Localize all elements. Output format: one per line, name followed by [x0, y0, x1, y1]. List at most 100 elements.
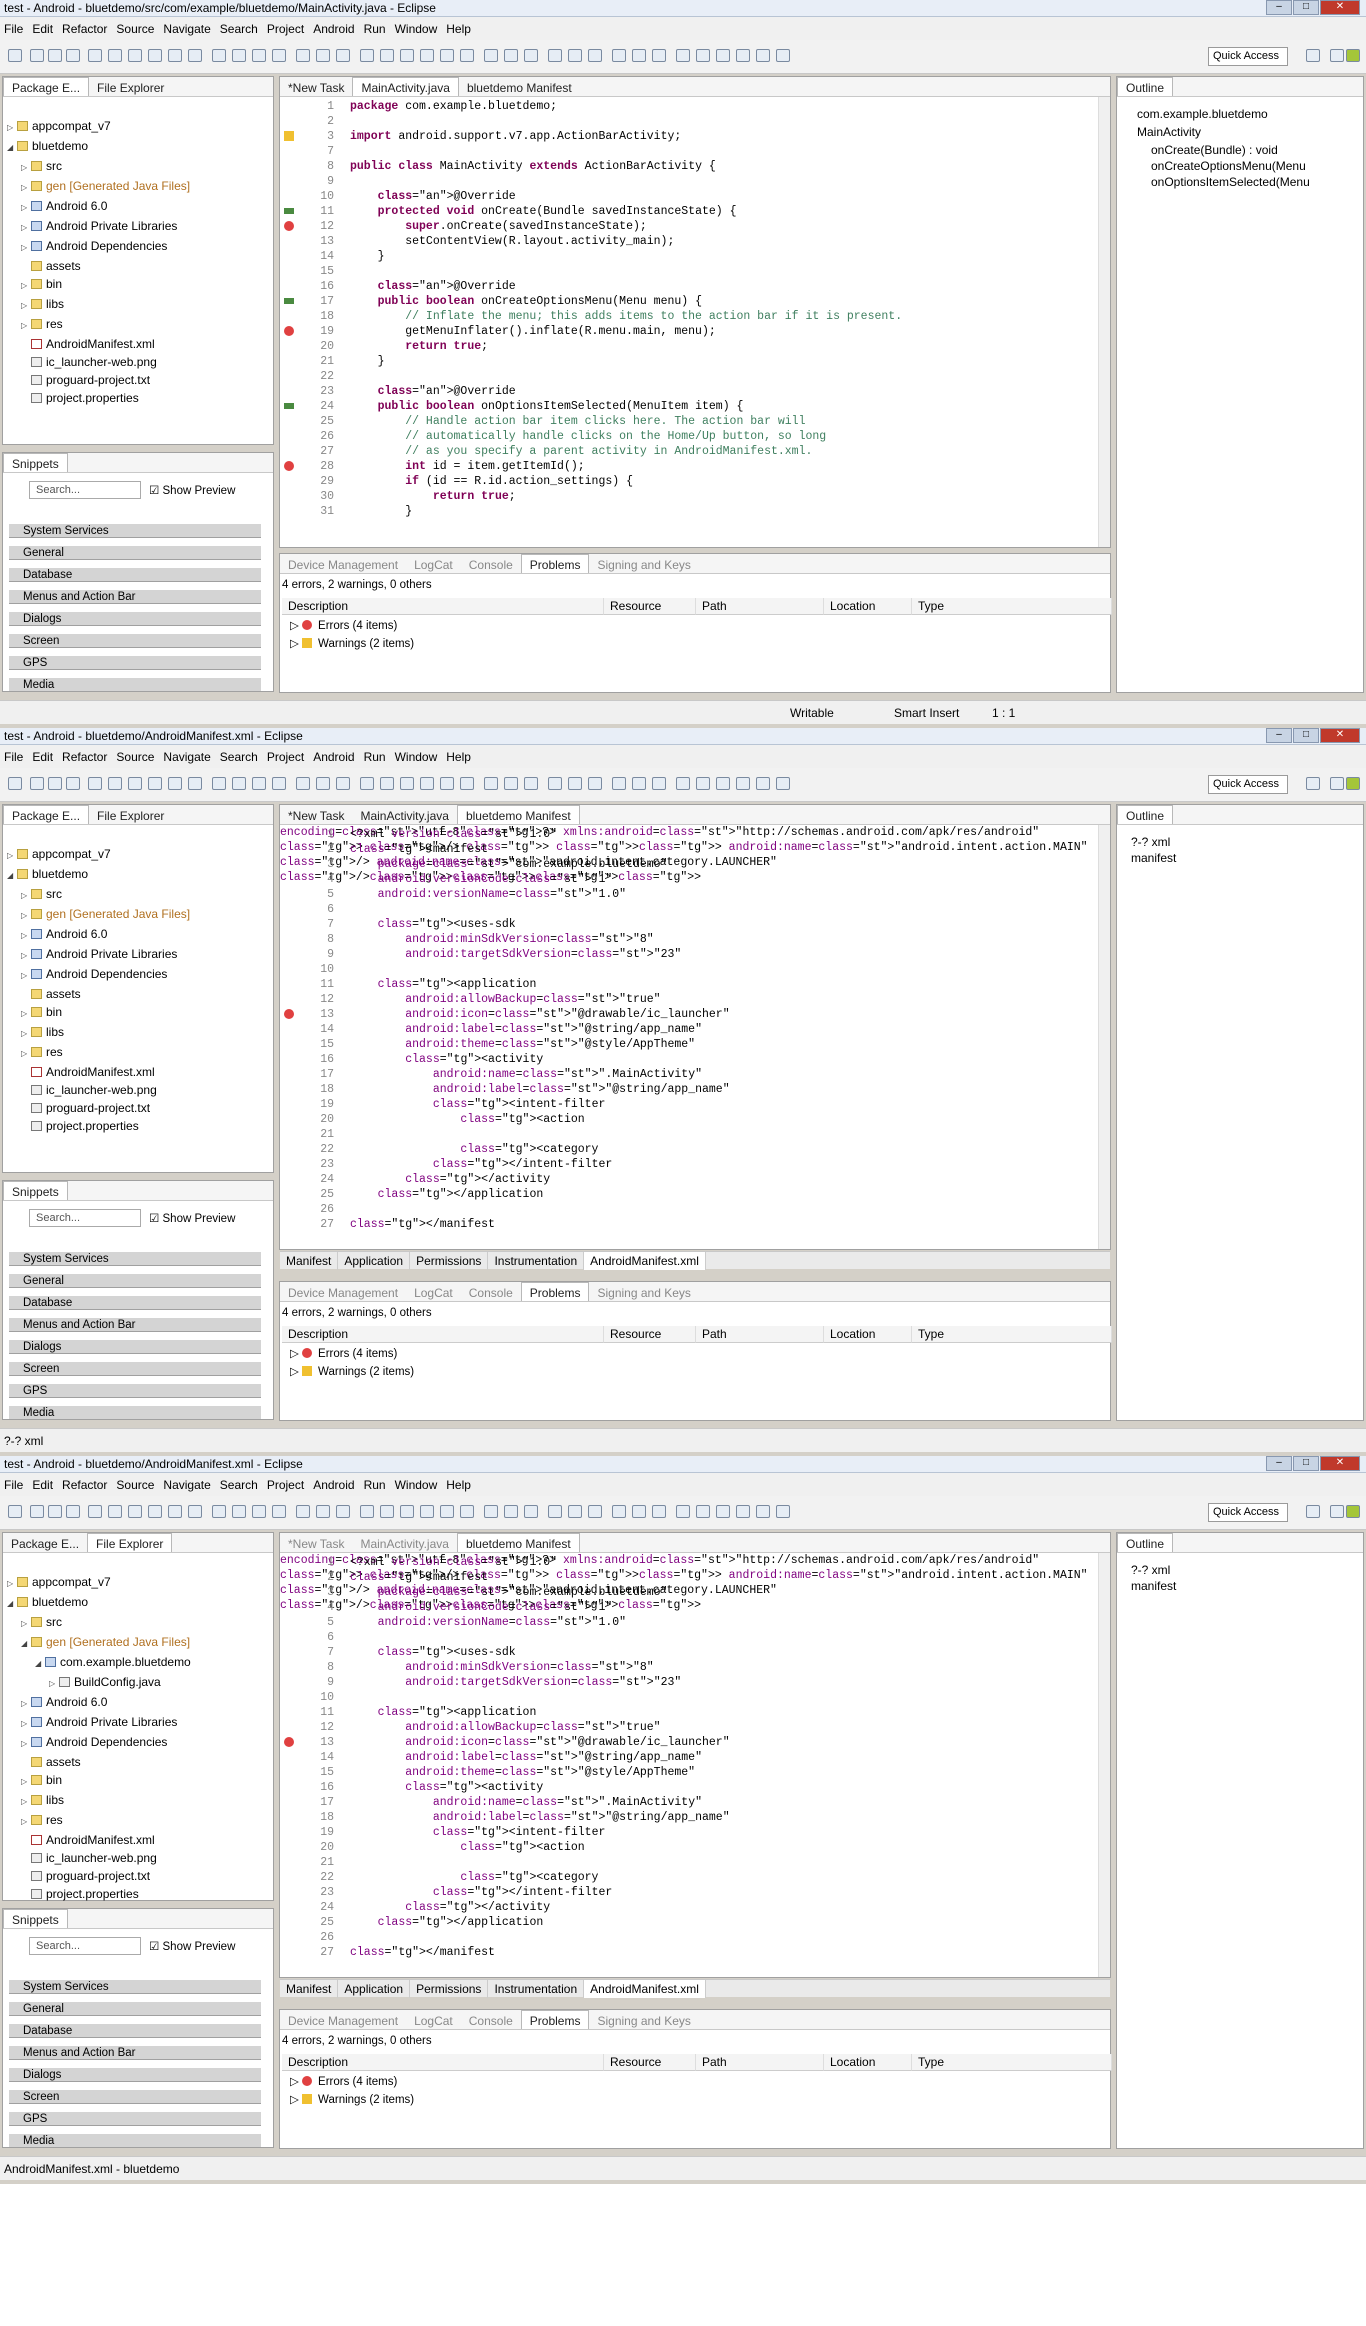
tree-item[interactable]: assets: [7, 985, 190, 1003]
toolbar-tool-icon[interactable]: [66, 777, 80, 790]
toolbar-tool-icon[interactable]: [30, 49, 44, 62]
maximize-button[interactable]: □: [1293, 1456, 1319, 1471]
editor-tab[interactable]: MainActivity.java: [352, 1534, 456, 1552]
tree-item[interactable]: ▷ bin: [7, 1003, 190, 1023]
bottom-tab[interactable]: Problems: [520, 554, 590, 573]
toolbar-tool-icon[interactable]: [524, 49, 538, 62]
tree-item[interactable]: ▷ bin: [7, 1771, 191, 1791]
toolbar-tool-icon[interactable]: [128, 1505, 142, 1518]
toolbar-tool-icon[interactable]: [736, 1505, 750, 1518]
snippet-category[interactable]: Dialogs: [9, 2067, 261, 2082]
bottom-tab[interactable]: Problems: [520, 1282, 590, 1301]
toolbar-tool-icon[interactable]: [588, 49, 602, 62]
toolbar-tool-icon[interactable]: [272, 49, 286, 62]
column-header[interactable]: Location: [824, 598, 912, 615]
toolbar-tool-icon[interactable]: [612, 777, 626, 790]
snippet-category[interactable]: Screen: [9, 633, 261, 648]
tab-snippets[interactable]: Snippets: [3, 453, 68, 472]
java-perspective-icon[interactable]: [1330, 49, 1344, 62]
menu-project[interactable]: Project: [263, 745, 309, 764]
tree-item[interactable]: ▷ gen [Generated Java Files]: [7, 905, 190, 925]
tab-package-explorer[interactable]: Package E...: [3, 1534, 87, 1552]
toolbar-tool-icon[interactable]: [148, 777, 162, 790]
tree-item[interactable]: ◢ bluetdemo: [7, 1593, 191, 1613]
bottom-tab[interactable]: LogCat: [406, 1283, 461, 1301]
tab-snippets[interactable]: Snippets: [3, 1909, 68, 1928]
tree-item[interactable]: ▷ appcompat_v7: [7, 845, 190, 865]
tree-item[interactable]: ◢ bluetdemo: [7, 137, 190, 157]
toolbar-tool-icon[interactable]: [232, 777, 246, 790]
toolbar-tool-icon[interactable]: [380, 777, 394, 790]
tree-item[interactable]: ▷ src: [7, 885, 190, 905]
toolbar-tool-icon[interactable]: [296, 1505, 310, 1518]
snippet-category[interactable]: Media: [9, 1405, 261, 1420]
toolbar-tool-icon[interactable]: [716, 1505, 730, 1518]
android-perspective-icon[interactable]: [1346, 777, 1360, 790]
tree-item[interactable]: proguard-project.txt: [7, 1867, 191, 1885]
menu-android[interactable]: Android: [309, 1473, 359, 1492]
snippet-category[interactable]: GPS: [9, 1383, 261, 1398]
toolbar-tool-icon[interactable]: [88, 777, 102, 790]
manifest-tab[interactable]: Instrumentation: [488, 1980, 585, 1998]
toolbar-tool-icon[interactable]: [484, 49, 498, 62]
tree-item[interactable]: project.properties: [7, 1117, 190, 1135]
toolbar-tool-icon[interactable]: [316, 777, 330, 790]
bottom-tab[interactable]: Signing and Keys: [589, 555, 698, 573]
tree-item[interactable]: ◢ bluetdemo: [7, 865, 190, 885]
toolbar-tool-icon[interactable]: [460, 1505, 474, 1518]
column-header[interactable]: Description: [282, 598, 604, 615]
code-area[interactable]: 1 <?xml version=class="st">"1.0" encoding…: [280, 1553, 1098, 1977]
tab-file-explorer[interactable]: File Explorer: [89, 78, 172, 96]
menu-help[interactable]: Help: [442, 17, 476, 36]
snippet-category[interactable]: Database: [9, 2023, 261, 2038]
menu-project[interactable]: Project: [263, 17, 309, 36]
manifest-tab[interactable]: Manifest: [280, 1980, 339, 1998]
snippet-category[interactable]: General: [9, 2001, 261, 2016]
java-perspective-icon[interactable]: [1330, 777, 1344, 790]
minimize-button[interactable]: –: [1266, 1456, 1292, 1471]
toolbar-tool-icon[interactable]: [128, 777, 142, 790]
toolbar-tool-icon[interactable]: [548, 1505, 562, 1518]
snippet-category[interactable]: Database: [9, 1295, 261, 1310]
toolbar-tool-icon[interactable]: [676, 49, 690, 62]
minimize-button[interactable]: –: [1266, 728, 1292, 743]
tree-item[interactable]: AndroidManifest.xml: [7, 335, 190, 353]
errors-row[interactable]: ▷ Errors (4 items): [290, 2072, 397, 2090]
editor-tab[interactable]: MainActivity.java: [352, 806, 456, 824]
toolbar-tool-icon[interactable]: [716, 49, 730, 62]
tree-item[interactable]: AndroidManifest.xml: [7, 1063, 190, 1081]
bottom-tab[interactable]: Console: [461, 2011, 521, 2029]
toolbar-tool-icon[interactable]: [88, 1505, 102, 1518]
outline-item[interactable]: manifest: [1131, 851, 1176, 865]
menu-search[interactable]: Search: [216, 745, 263, 764]
outline-item[interactable]: MainActivity: [1137, 125, 1201, 139]
tab-outline[interactable]: Outline: [1117, 805, 1174, 824]
column-header[interactable]: Description: [282, 1326, 604, 1343]
tree-item[interactable]: ic_launcher-web.png: [7, 353, 190, 371]
error-marker-icon[interactable]: [284, 461, 294, 471]
snippet-category[interactable]: System Services: [9, 1251, 261, 1266]
toolbar-tool-icon[interactable]: [272, 777, 286, 790]
tree-item[interactable]: ◢ gen [Generated Java Files]: [7, 1633, 191, 1653]
errors-row[interactable]: ▷ Errors (4 items): [290, 1344, 397, 1362]
error-marker-icon[interactable]: [284, 326, 294, 336]
tree-item[interactable]: project.properties: [7, 1885, 191, 1903]
tree-item[interactable]: ▷ libs: [7, 295, 190, 315]
snippet-category[interactable]: Menus and Action Bar: [9, 2045, 261, 2060]
toolbar-tool-icon[interactable]: [188, 777, 202, 790]
tree-item[interactable]: ▷ Android Dependencies: [7, 1733, 191, 1753]
toolbar-tool-icon[interactable]: [148, 49, 162, 62]
toolbar-tool-icon[interactable]: [380, 49, 394, 62]
toolbar-tool-icon[interactable]: [460, 49, 474, 62]
toolbar-tool-icon[interactable]: [66, 1505, 80, 1518]
toolbar-tool-icon[interactable]: [504, 777, 518, 790]
toolbar-tool-icon[interactable]: [8, 49, 22, 62]
toolbar-tool-icon[interactable]: [296, 777, 310, 790]
tree-item[interactable]: ▷ appcompat_v7: [7, 117, 190, 137]
toolbar-tool-icon[interactable]: [652, 777, 666, 790]
toolbar-tool-icon[interactable]: [776, 49, 790, 62]
snippet-category[interactable]: GPS: [9, 655, 261, 670]
editor-tab[interactable]: *New Task: [280, 806, 352, 824]
tree-item[interactable]: project.properties: [7, 389, 190, 407]
show-preview-checkbox[interactable]: ☑ Show Preview: [149, 1211, 235, 1225]
